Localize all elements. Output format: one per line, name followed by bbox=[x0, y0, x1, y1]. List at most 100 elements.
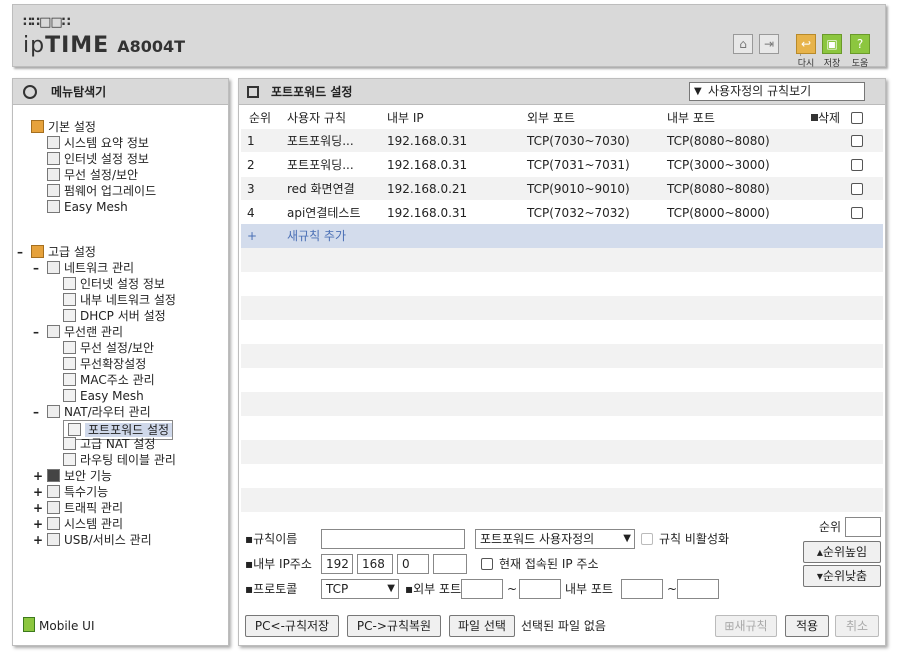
table-row[interactable]: 1 포트포워딩... 192.168.0.31 TCP(7030~7030) T… bbox=[241, 129, 883, 153]
menu-explorer: 메뉴탐색기 기본 설정 시스템 요약 정보 인터넷 설정 정보 무선 설정/보안… bbox=[12, 78, 229, 646]
usb-icon bbox=[47, 533, 60, 546]
col-delete: 삭제 bbox=[811, 107, 840, 129]
menu-wireless-security[interactable]: 무선 설정/보안 bbox=[47, 167, 138, 183]
menu-firmware-upgrade[interactable]: 펌웨어 업그레이드 bbox=[47, 183, 156, 199]
menu-wl-extend[interactable]: 무선확장설정 bbox=[63, 356, 146, 372]
menu-usb-service[interactable]: + USB/서비스 관리 bbox=[33, 532, 152, 548]
save-label: 저장 bbox=[823, 59, 841, 69]
menu-wl-mac[interactable]: MAC주소 관리 bbox=[63, 372, 155, 388]
ext-port-label: ▪외부 포트 bbox=[405, 582, 462, 596]
home-icon[interactable]: ⌂ bbox=[733, 34, 753, 54]
folder-icon bbox=[31, 120, 44, 133]
col-internal-ip: 내부 IP bbox=[387, 111, 424, 125]
menu-advanced-nat[interactable]: 고급 NAT 설정 bbox=[63, 436, 155, 452]
menu-net-dhcp[interactable]: DHCP 서버 설정 bbox=[63, 308, 166, 324]
page-icon bbox=[63, 357, 76, 370]
table-row[interactable]: 3 red 화면연결 192.168.0.21 TCP(9010~9010) T… bbox=[241, 177, 883, 201]
menu-net-lan-settings[interactable]: 내부 네트워크 설정 bbox=[63, 292, 176, 308]
add-rule-row[interactable]: + 새규칙 추가 bbox=[241, 224, 883, 248]
delete-checkbox[interactable] bbox=[851, 207, 863, 219]
protocol-select[interactable]: TCP ▼ bbox=[321, 579, 399, 599]
page-icon bbox=[68, 423, 81, 436]
menu-wireless-mgmt[interactable]: – 무선랜 관리 bbox=[33, 324, 123, 340]
delete-checkbox[interactable] bbox=[851, 183, 863, 195]
empty-row bbox=[241, 344, 883, 368]
chart-icon bbox=[47, 517, 60, 530]
logout-icon[interactable]: ⇥ bbox=[759, 34, 779, 54]
ext-port-tilde: ~ bbox=[507, 582, 518, 596]
menu-basic-settings[interactable]: 기본 설정 bbox=[31, 119, 96, 135]
mobile-ui-link[interactable]: Mobile UI bbox=[23, 617, 95, 633]
menu-nat-router[interactable]: – NAT/라우터 관리 bbox=[33, 404, 151, 420]
menu-explorer-title: 메뉴탐색기 bbox=[13, 79, 228, 105]
ip-octet-3[interactable]: 0 bbox=[397, 554, 429, 574]
table-header: 순위 사용자 규칙 내부 IP 외부 포트 내부 포트 삭제 bbox=[241, 107, 883, 129]
save-icon[interactable]: ▣ bbox=[822, 34, 842, 54]
menu-advanced-settings[interactable]: – 고급 설정 bbox=[17, 244, 96, 260]
add-rule-label: 새규칙 추가 bbox=[287, 229, 347, 243]
current-ip-checkbox[interactable] bbox=[481, 558, 493, 570]
plus-icon: + bbox=[247, 229, 258, 243]
pc-save-button[interactable]: PC<-규칙저장 bbox=[245, 615, 339, 637]
cancel-button[interactable]: 취소 bbox=[835, 615, 879, 637]
ext-port-end[interactable] bbox=[519, 579, 561, 599]
rank-down-button[interactable]: ▾순위낮춤 bbox=[803, 565, 881, 587]
menu-system[interactable]: + 시스템 관리 bbox=[33, 516, 123, 532]
menu-wl-security[interactable]: 무선 설정/보안 bbox=[63, 340, 154, 356]
ip-octet-4[interactable] bbox=[433, 554, 467, 574]
rule-name-label: ▪규칙이름 bbox=[245, 532, 298, 546]
select-all-checkbox[interactable] bbox=[851, 112, 863, 124]
view-rules-select[interactable]: ▼ 사용자정의 규칙보기 bbox=[689, 82, 865, 101]
new-rule-button[interactable]: ⊞새규칙 bbox=[715, 615, 777, 637]
help-label: 도움 bbox=[851, 59, 869, 69]
page-icon bbox=[63, 293, 76, 306]
disable-rule-checkbox[interactable] bbox=[641, 533, 653, 545]
int-port-start[interactable] bbox=[621, 579, 663, 599]
table-row[interactable]: 2 포트포워딩... 192.168.0.31 TCP(7031~7031) T… bbox=[241, 153, 883, 177]
int-port-tilde: ~ bbox=[667, 582, 678, 596]
help-icon[interactable]: ? bbox=[850, 34, 870, 54]
menu-routing-table[interactable]: 라우팅 테이블 관리 bbox=[63, 452, 176, 468]
delete-checkbox[interactable] bbox=[851, 159, 863, 171]
model-name: A8004T bbox=[117, 37, 186, 56]
rule-type-select[interactable]: 포트포워드 사용자정의 ▼ bbox=[475, 529, 635, 549]
menu-internet-info[interactable]: 인터넷 설정 정보 bbox=[47, 151, 149, 167]
int-port-end[interactable] bbox=[677, 579, 719, 599]
menu-traffic[interactable]: + 트래픽 관리 bbox=[33, 500, 123, 516]
menu-special[interactable]: + 특수기능 bbox=[33, 484, 108, 500]
page-icon bbox=[63, 309, 76, 322]
port-forward-panel: 포트포워드 설정 ▼ 사용자정의 규칙보기 순위 사용자 규칙 내부 IP 외부 … bbox=[238, 78, 886, 646]
ip-octet-1[interactable]: 192 bbox=[321, 554, 353, 574]
mesh-icon bbox=[47, 200, 60, 213]
table-row[interactable]: 4 api연결테스트 192.168.0.31 TCP(7032~7032) T… bbox=[241, 201, 883, 225]
menu-easy-mesh[interactable]: Easy Mesh bbox=[47, 199, 128, 215]
ip-octet-2[interactable]: 168 bbox=[357, 554, 393, 574]
col-user-rule: 사용자 규칙 bbox=[287, 111, 347, 125]
back-icon[interactable]: ↩ bbox=[796, 34, 816, 54]
chart-icon bbox=[47, 136, 60, 149]
chevron-down-icon: ▼ bbox=[694, 86, 702, 97]
page-icon bbox=[63, 437, 76, 450]
page-icon bbox=[63, 277, 76, 290]
menu-net-internet-info[interactable]: 인터넷 설정 정보 bbox=[63, 276, 165, 292]
phone-icon bbox=[23, 617, 35, 632]
file-select-button[interactable]: 파일 선택 bbox=[449, 615, 515, 637]
rule-name-input[interactable] bbox=[321, 529, 465, 549]
menu-system-summary[interactable]: 시스템 요약 정보 bbox=[47, 135, 149, 151]
special-icon bbox=[47, 485, 60, 498]
col-internal-port: 내부 포트 bbox=[667, 111, 715, 125]
page-icon bbox=[63, 341, 76, 354]
ext-port-start[interactable] bbox=[461, 579, 503, 599]
menu-wl-easymesh[interactable]: Easy Mesh bbox=[63, 388, 144, 404]
menu-network-mgmt[interactable]: – 네트워크 관리 bbox=[33, 260, 134, 276]
delete-checkbox[interactable] bbox=[851, 135, 863, 147]
iptime-logo: ipTIME A8004T bbox=[23, 33, 186, 58]
apply-button[interactable]: 적용 bbox=[785, 615, 829, 637]
protocol-label: ▪프로토콜 bbox=[245, 582, 298, 596]
rank-input[interactable] bbox=[845, 517, 881, 537]
chevron-down-icon: ▼ bbox=[623, 533, 631, 544]
ip-label: ▪내부 IP주소 bbox=[245, 557, 312, 571]
menu-security[interactable]: + 보안 기능 bbox=[33, 468, 112, 484]
pc-restore-button[interactable]: PC->규칙복원 bbox=[347, 615, 441, 637]
rank-up-button[interactable]: ▴순위높임 bbox=[803, 541, 881, 563]
